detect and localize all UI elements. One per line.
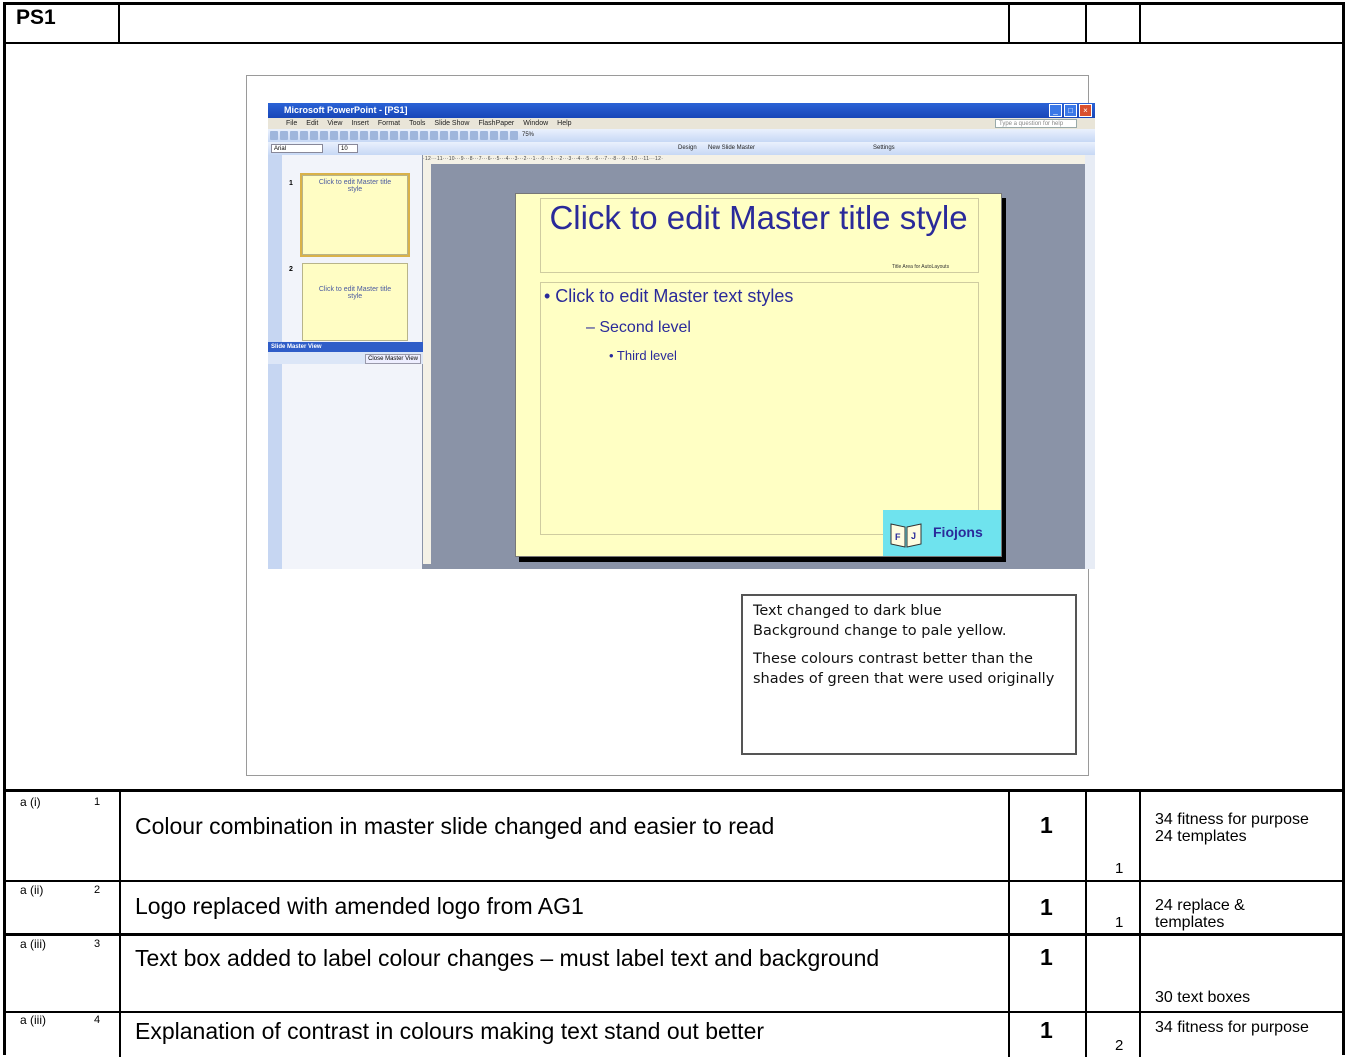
thumb-2-title: Click to edit Master title style bbox=[318, 286, 392, 300]
row-3-reference: 30 text boxes bbox=[1155, 989, 1251, 1006]
row-1-mark: 1 bbox=[1040, 812, 1053, 838]
close-icon[interactable]: × bbox=[1079, 104, 1092, 117]
header-bottom-rule bbox=[3, 42, 1345, 44]
font-name-select[interactable]: Arial bbox=[271, 144, 323, 153]
header-col-divider-4 bbox=[1139, 2, 1141, 44]
row-2-submark: 1 bbox=[1115, 914, 1124, 931]
question-code: PS1 bbox=[16, 6, 56, 29]
book-logo-icon: F J bbox=[890, 523, 922, 548]
logo-text: Fiojons bbox=[933, 524, 983, 540]
callout-line-2: Background change to pale yellow. bbox=[753, 623, 1007, 639]
row-2-mark: 1 bbox=[1040, 894, 1053, 920]
row-2-number: 2 bbox=[94, 884, 101, 896]
menu-insert[interactable]: Insert bbox=[351, 118, 369, 129]
new-slide-master-button[interactable]: New Slide Master bbox=[708, 143, 755, 154]
menu-view[interactable]: View bbox=[327, 118, 342, 129]
fiojons-logo[interactable]: F J Fiojons bbox=[883, 510, 1001, 556]
row-4-label: a (iii) bbox=[20, 1013, 46, 1027]
master-text-level-2: – Second level bbox=[586, 319, 691, 336]
row-4-number: 4 bbox=[94, 1014, 101, 1026]
row-4-submark: 2 bbox=[1115, 1037, 1124, 1054]
window-title: Microsoft PowerPoint - [PS1] bbox=[268, 103, 1095, 118]
standard-toolbar-icons[interactable] bbox=[270, 131, 518, 140]
row-2-label: a (ii) bbox=[20, 883, 44, 897]
master-slide[interactable]: Click to edit Master title style Title A… bbox=[515, 193, 1002, 557]
menu-window[interactable]: Window bbox=[523, 118, 548, 129]
horizontal-ruler: ·12···11···10···9···8···7···6···5···4···… bbox=[423, 155, 1095, 164]
rows-col-divider-3 bbox=[1085, 790, 1087, 1057]
row-1-bottom-rule bbox=[3, 880, 1345, 882]
header-col-divider-3 bbox=[1085, 2, 1087, 44]
row-2-criterion: Logo replaced with amended logo from AG1 bbox=[135, 893, 584, 919]
menu-bar: File Edit View Insert Format Tools Slide… bbox=[268, 118, 1095, 129]
thumb-1-number: 1 bbox=[289, 180, 293, 187]
minimize-icon[interactable]: _ bbox=[1049, 104, 1062, 117]
vertical-scrollbar[interactable] bbox=[1085, 155, 1095, 569]
zoom-select[interactable]: 75% bbox=[522, 130, 534, 141]
rows-col-divider-2 bbox=[1008, 790, 1010, 1057]
menu-edit[interactable]: Edit bbox=[306, 118, 318, 129]
row-2-bottom-rule bbox=[3, 933, 1345, 936]
header-col-divider-1 bbox=[118, 2, 120, 44]
row-3-bottom-rule bbox=[3, 1011, 1345, 1013]
design-button[interactable]: Design bbox=[678, 143, 697, 154]
row-1-criterion: Colour combination in master slide chang… bbox=[135, 813, 775, 839]
menu-slide-show[interactable]: Slide Show bbox=[434, 118, 469, 129]
rows-col-divider-4 bbox=[1139, 790, 1141, 1057]
row-1-submark: 1 bbox=[1115, 860, 1124, 877]
row-1-label: a (i) bbox=[20, 795, 41, 809]
row-4-criterion: Explanation of contrast in colours makin… bbox=[135, 1018, 765, 1044]
rows-col-divider-1 bbox=[119, 790, 121, 1057]
menu-tools[interactable]: Tools bbox=[409, 118, 425, 129]
callout-line-1: Text changed to dark blue bbox=[753, 603, 942, 619]
menu-help[interactable]: Help bbox=[557, 118, 571, 129]
slide-thumbnail-1[interactable]: Click to edit Master title style bbox=[300, 173, 410, 257]
master-text-level-1: • Click to edit Master text styles bbox=[544, 286, 794, 306]
row-3-mark: 1 bbox=[1040, 944, 1053, 970]
menu-format[interactable]: Format bbox=[378, 118, 400, 129]
row-3-criterion: Text box added to label colour changes –… bbox=[135, 945, 880, 971]
explanation-text-box: Text changed to dark blue Background cha… bbox=[741, 594, 1077, 755]
maximize-icon[interactable]: □ bbox=[1064, 104, 1077, 117]
slide-master-view-toolbar-title: Slide Master View bbox=[268, 342, 423, 352]
row-4-mark: 1 bbox=[1040, 1017, 1053, 1043]
row-4-reference: 34 fitness for purpose bbox=[1155, 1019, 1309, 1036]
header-col-divider-2 bbox=[1008, 2, 1010, 44]
master-text-level-3: • Third level bbox=[609, 348, 677, 363]
rows-top-rule bbox=[3, 789, 1345, 792]
slide-master-view-toolbar: Close Master View bbox=[268, 352, 423, 364]
row-1-reference: 34 fitness for purpose 24 templates bbox=[1155, 811, 1309, 845]
svg-text:J: J bbox=[911, 531, 916, 541]
row-1-number: 1 bbox=[94, 796, 101, 808]
settings-button[interactable]: Settings bbox=[873, 143, 895, 154]
formatting-toolbar: Arial 10 Design New Slide Master Setting… bbox=[268, 142, 1095, 155]
master-title-text: Click to edit Master title style bbox=[549, 199, 968, 236]
vertical-ruler bbox=[423, 164, 431, 564]
menu-file[interactable]: File bbox=[286, 118, 297, 129]
title-area-note: Title Area for AutoLayouts bbox=[892, 264, 950, 270]
row-2-reference: 24 replace & templates bbox=[1155, 897, 1245, 931]
font-size-select[interactable]: 10 bbox=[338, 144, 358, 153]
menu-flashpaper[interactable]: FlashPaper bbox=[478, 118, 514, 129]
standard-toolbar: 75% bbox=[268, 129, 1095, 142]
row-3-label: a (iii) bbox=[20, 937, 46, 951]
row-3-number: 3 bbox=[94, 938, 101, 950]
thumb-2-number: 2 bbox=[289, 266, 293, 273]
slide-thumbnail-2[interactable]: Click to edit Master title style bbox=[302, 263, 408, 341]
callout-paragraph-2: These colours contrast better than the s… bbox=[753, 651, 1055, 687]
svg-text:F: F bbox=[895, 532, 901, 542]
help-search-input[interactable]: Type a question for help bbox=[995, 119, 1077, 128]
window-controls: _ □ × bbox=[1049, 104, 1092, 117]
close-master-view-button[interactable]: Close Master View bbox=[365, 354, 421, 364]
thumb-1-title: Click to edit Master title style bbox=[318, 179, 392, 193]
